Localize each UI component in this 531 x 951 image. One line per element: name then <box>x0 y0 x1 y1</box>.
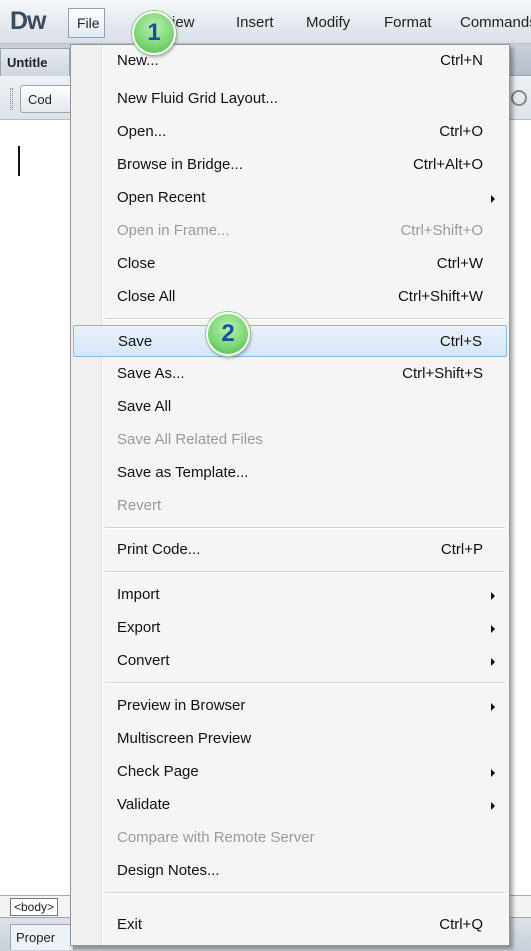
menu-item-label: Save All <box>117 398 172 415</box>
toolbar-grip-icon[interactable] <box>10 88 13 110</box>
dreamweaver-logo: Dw <box>10 7 46 35</box>
menu-item-close[interactable]: Close Ctrl+W <box>73 248 507 280</box>
menu-item-shortcut: Ctrl+Shift+O <box>400 222 483 239</box>
menu-item-label: Save As... <box>117 365 185 382</box>
menu-separator <box>105 682 505 684</box>
menu-commands[interactable]: Commands <box>460 14 531 31</box>
menu-item-save-as[interactable]: Save As... Ctrl+Shift+S <box>73 358 507 390</box>
menu-item-multiscreen-preview[interactable]: Multiscreen Preview <box>73 723 507 755</box>
properties-tab[interactable]: Proper <box>10 924 74 950</box>
file-dropdown-menu: New... Ctrl+N New Fluid Grid Layout... O… <box>70 44 510 946</box>
menu-item-shortcut: Ctrl+Q <box>439 916 483 933</box>
menu-item-compare-with-remote-server: Compare with Remote Server <box>73 822 507 854</box>
menu-item-shortcut: Ctrl+Shift+S <box>402 365 483 382</box>
menu-item-close-all[interactable]: Close All Ctrl+Shift+W <box>73 281 507 313</box>
menu-item-label: Revert <box>117 497 162 514</box>
menu-item-export[interactable]: Export <box>73 612 507 644</box>
menu-item-open-recent[interactable]: Open Recent <box>73 182 507 214</box>
menu-item-label: Export <box>117 619 161 636</box>
menu-item-import[interactable]: Import <box>73 579 507 611</box>
menu-item-shortcut: Ctrl+S <box>439 333 482 350</box>
menu-item-label: Save as Template... <box>117 464 249 481</box>
menu-item-label: Compare with Remote Server <box>117 829 315 846</box>
menu-item-exit[interactable]: Exit Ctrl+Q <box>73 909 507 941</box>
menu-file[interactable]: File <box>68 8 105 38</box>
menu-item-save[interactable]: Save Ctrl+S <box>73 325 507 357</box>
menu-item-save-all[interactable]: Save All <box>73 391 507 423</box>
menu-item-shortcut: Ctrl+Shift+W <box>397 288 483 305</box>
menu-item-revert: Revert <box>73 490 507 522</box>
menu-insert[interactable]: Insert <box>236 14 274 31</box>
menu-item-label: Open in Frame... <box>117 222 230 239</box>
menu-item-label: Check Page <box>117 763 199 780</box>
submenu-arrow-icon <box>491 703 495 711</box>
menu-item-label: Validate <box>117 796 171 813</box>
menu-item-shortcut: Ctrl+Alt+O <box>412 156 483 173</box>
submenu-arrow-icon <box>491 802 495 810</box>
document-tab[interactable]: Untitle <box>0 48 70 76</box>
menu-item-open-in-frame: Open in Frame... Ctrl+Shift+O <box>73 215 507 247</box>
menu-item-save-all-related-files: Save All Related Files <box>73 424 507 456</box>
menu-item-new-fluid-grid-layout[interactable]: New Fluid Grid Layout... <box>73 83 507 115</box>
menu-item-label: Print Code... <box>117 541 201 558</box>
refresh-icon[interactable] <box>511 90 527 106</box>
menu-format[interactable]: Format <box>384 14 432 31</box>
menu-item-open[interactable]: Open... Ctrl+O <box>73 116 507 148</box>
menu-bar: Dw File iew Insert Modify Format Command… <box>0 0 531 44</box>
step-1-badge: 1 <box>132 11 176 55</box>
body-tag-button[interactable]: <body> <box>10 898 59 916</box>
menu-item-label: Save All Related Files <box>117 431 263 448</box>
menu-item-label: Close All <box>117 288 176 305</box>
menu-item-label: Exit <box>117 916 143 933</box>
menu-item-label: Preview in Browser <box>117 697 246 714</box>
menu-item-shortcut: Ctrl+O <box>439 123 483 140</box>
menu-item-shortcut: Ctrl+P <box>440 541 483 558</box>
menu-item-label: New Fluid Grid Layout... <box>117 90 278 107</box>
menu-modify[interactable]: Modify <box>306 14 350 31</box>
text-cursor <box>18 146 20 176</box>
menu-item-save-as-template[interactable]: Save as Template... <box>73 457 507 489</box>
menu-item-label: Open... <box>117 123 167 140</box>
menu-item-label: Save <box>118 333 153 350</box>
menu-item-check-page[interactable]: Check Page <box>73 756 507 788</box>
submenu-arrow-icon <box>491 658 495 666</box>
menu-item-preview-in-browser[interactable]: Preview in Browser <box>73 690 507 722</box>
menu-item-print-code[interactable]: Print Code... Ctrl+P <box>73 534 507 566</box>
menu-item-shortcut: Ctrl+W <box>436 255 483 272</box>
menu-separator <box>105 571 505 573</box>
menu-item-label: Convert <box>117 652 170 669</box>
step-2-badge: 2 <box>206 312 250 356</box>
code-view-button[interactable]: Cod <box>20 85 75 113</box>
menu-item-validate[interactable]: Validate <box>73 789 507 821</box>
menu-separator <box>105 527 505 529</box>
menu-item-label: Design Notes... <box>117 862 220 879</box>
menu-item-convert[interactable]: Convert <box>73 645 507 677</box>
submenu-arrow-icon <box>491 625 495 633</box>
menu-item-label: Import <box>117 586 160 603</box>
submenu-arrow-icon <box>491 592 495 600</box>
menu-item-label: Open Recent <box>117 189 206 206</box>
submenu-arrow-icon <box>491 769 495 777</box>
menu-item-label: Multiscreen Preview <box>117 730 252 747</box>
menu-separator <box>105 318 505 320</box>
menu-item-browse-in-bridge[interactable]: Browse in Bridge... Ctrl+Alt+O <box>73 149 507 181</box>
menu-separator <box>105 892 505 894</box>
menu-item-label: Close <box>117 255 156 272</box>
menu-item-label: Browse in Bridge... <box>117 156 243 173</box>
menu-item-design-notes[interactable]: Design Notes... <box>73 855 507 887</box>
menu-item-new[interactable]: New... Ctrl+N <box>73 45 507 77</box>
menu-item-shortcut: Ctrl+N <box>440 52 483 69</box>
submenu-arrow-icon <box>491 195 495 203</box>
